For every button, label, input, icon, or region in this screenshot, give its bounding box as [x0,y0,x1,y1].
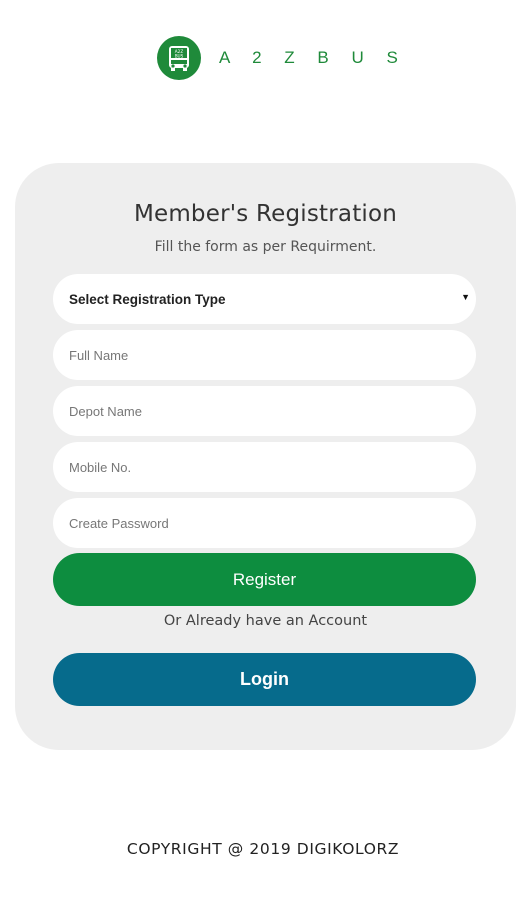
full-name-field[interactable]: Full Name [53,330,476,380]
already-have-account-text: Or Already have an Account [163,613,368,629]
register-button[interactable]: Register [53,553,476,606]
depot-name-field[interactable]: Depot Name [53,386,476,436]
brand-header: A2Z BUS A 2 Z B U S [157,36,407,80]
bus-icon: A2Z BUS [169,46,189,71]
form-subtitle: Fill the form as per Requirment. [154,239,377,255]
copyright-footer: COPYRIGHT @ 2019 DIGIKOLORZ [126,840,400,858]
password-placeholder: Create Password [69,515,169,531]
depot-name-placeholder: Depot Name [69,403,142,419]
registration-card: Member's Registration Fill the form as p… [15,163,516,750]
password-field[interactable]: Create Password [53,498,476,548]
svg-text:BUS: BUS [175,54,184,59]
full-name-placeholder: Full Name [69,347,129,363]
login-button[interactable]: Login [53,653,476,706]
registration-type-select[interactable]: Select Registration Type ▼ [53,274,476,324]
registration-type-value: Select Registration Type [69,291,226,307]
mobile-field[interactable]: Mobile No. [53,442,476,492]
registration-page: A2Z BUS A 2 Z B U S Member's Registratio… [0,0,526,900]
bus-logo-icon: A2Z BUS [157,36,201,80]
mobile-placeholder: Mobile No. [69,459,132,475]
brand-name: A 2 Z B U S [219,48,407,67]
form-title: Member's Registration [133,201,398,227]
dropdown-caret-icon: ▼ [461,292,470,302]
